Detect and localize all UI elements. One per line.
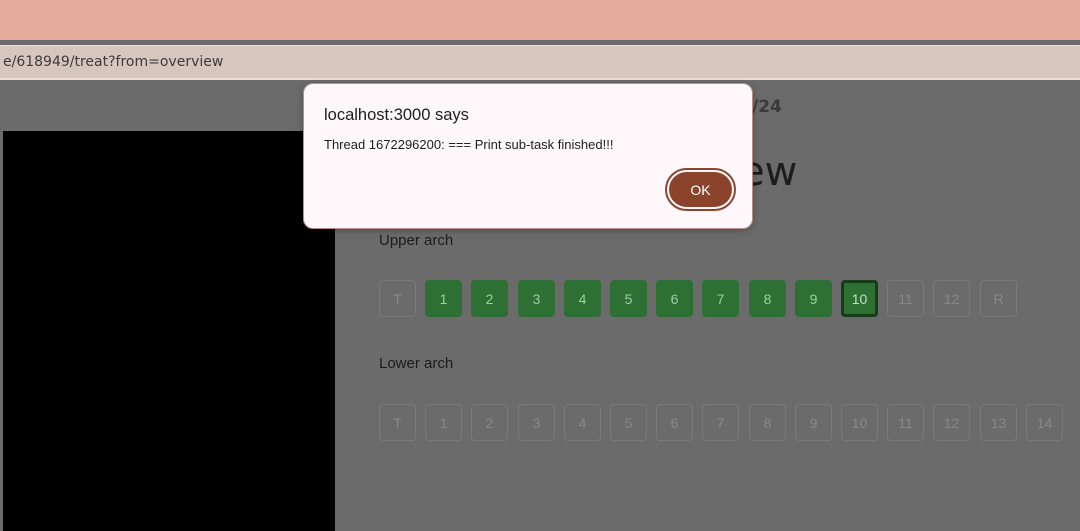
- date-fragment: /24: [752, 97, 782, 117]
- lower-arch-step-6[interactable]: 6: [656, 404, 693, 441]
- upper-arch-step-7[interactable]: 7: [702, 280, 739, 317]
- lower-arch-step-4[interactable]: 4: [564, 404, 601, 441]
- address-text[interactable]: e/618949/treat?from=overview: [3, 54, 223, 70]
- lower-arch-step-3[interactable]: 3: [518, 404, 555, 441]
- upper-arch-step-4[interactable]: 4: [564, 280, 601, 317]
- upper-arch-step-t[interactable]: T: [379, 280, 416, 317]
- lower-arch-step-2[interactable]: 2: [471, 404, 508, 441]
- upper-arch-step-12[interactable]: 12: [933, 280, 970, 317]
- upper-arch-step-r[interactable]: R: [980, 280, 1017, 317]
- upper-arch-label: Upper arch: [379, 232, 454, 249]
- upper-arch-step-10[interactable]: 10: [841, 280, 878, 317]
- lower-arch-step-13[interactable]: 13: [980, 404, 1017, 441]
- browser-top-strip: [0, 0, 1080, 40]
- lower-arch-step-10[interactable]: 10: [841, 404, 878, 441]
- upper-arch-step-6[interactable]: 6: [656, 280, 693, 317]
- lower-arch-step-5[interactable]: 5: [610, 404, 647, 441]
- lower-arch-step-12[interactable]: 12: [933, 404, 970, 441]
- ok-button[interactable]: OK: [669, 172, 732, 207]
- upper-arch-step-8[interactable]: 8: [749, 280, 786, 317]
- dialog-title: localhost:3000 says: [324, 106, 469, 124]
- lower-arch-step-11[interactable]: 11: [887, 404, 924, 441]
- alert-dialog: localhost:3000 says Thread 1672296200: =…: [303, 83, 753, 229]
- upper-arch-step-11[interactable]: 11: [887, 280, 924, 317]
- upper-arch-step-5[interactable]: 5: [610, 280, 647, 317]
- upper-arch-step-1[interactable]: 1: [425, 280, 462, 317]
- lower-arch-step-1[interactable]: 1: [425, 404, 462, 441]
- dialog-message: Thread 1672296200: === Print sub-task fi…: [324, 137, 614, 152]
- preview-panel: [3, 131, 335, 531]
- lower-arch-step-t[interactable]: T: [379, 404, 416, 441]
- lower-arch-step-7[interactable]: 7: [702, 404, 739, 441]
- lower-arch-step-8[interactable]: 8: [749, 404, 786, 441]
- lower-arch-step-14[interactable]: 14: [1026, 404, 1063, 441]
- upper-arch-step-9[interactable]: 9: [795, 280, 832, 317]
- lower-arch-label: Lower arch: [379, 355, 454, 372]
- upper-arch-step-2[interactable]: 2: [471, 280, 508, 317]
- lower-arch-step-9[interactable]: 9: [795, 404, 832, 441]
- upper-arch-step-3[interactable]: 3: [518, 280, 555, 317]
- ok-button-focus-ring: OK: [665, 168, 736, 211]
- address-bar[interactable]: e/618949/treat?from=overview: [0, 45, 1080, 80]
